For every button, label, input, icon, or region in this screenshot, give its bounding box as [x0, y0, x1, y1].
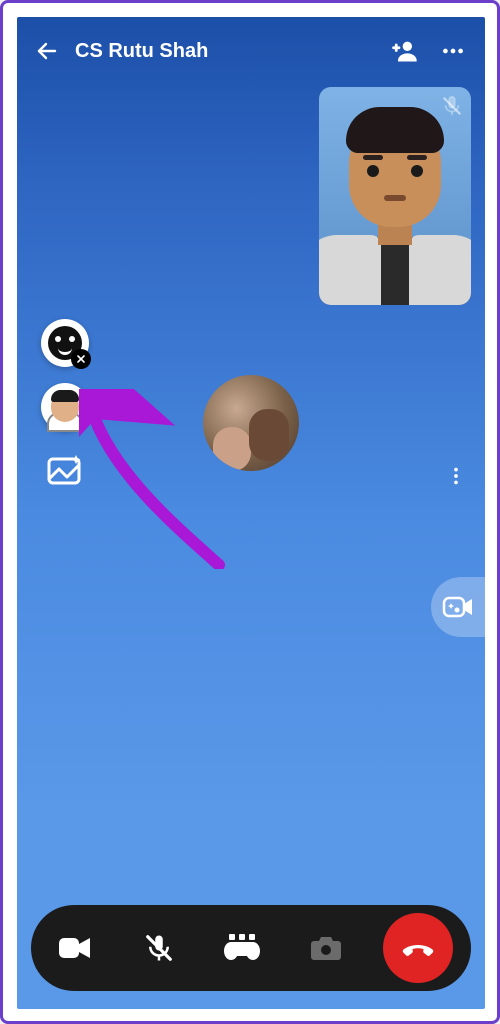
avatar-illustration: [319, 109, 471, 305]
game-controller-icon: [223, 934, 261, 962]
more-horizontal-icon: [440, 38, 466, 64]
call-controls-bar: [31, 905, 471, 991]
avatar-effect-button[interactable]: [41, 383, 89, 431]
secondary-more-button[interactable]: [441, 461, 471, 491]
games-button[interactable]: [216, 922, 268, 974]
add-person-icon: [391, 37, 419, 65]
mini-avatar-icon: [51, 392, 79, 422]
end-call-button[interactable]: [383, 913, 453, 983]
close-badge-icon[interactable]: [71, 349, 91, 369]
phone-hangup-icon: [400, 930, 436, 966]
remote-participant-avatar[interactable]: [203, 375, 299, 471]
mic-off-icon: [144, 933, 174, 963]
camera-effects-button[interactable]: [431, 577, 485, 637]
avatars-button[interactable]: [41, 319, 89, 367]
capture-button: [300, 922, 352, 974]
annotated-screenshot-frame: CS Rutu Shah: [0, 0, 500, 1024]
video-icon: [58, 935, 92, 961]
video-call-screen: CS Rutu Shah: [17, 17, 485, 1009]
add-participant-button[interactable]: [387, 33, 423, 69]
toggle-mic-button[interactable]: [133, 922, 185, 974]
arrow-left-icon: [35, 39, 59, 63]
call-title: CS Rutu Shah: [75, 40, 387, 63]
call-header: CS Rutu Shah: [17, 17, 485, 85]
toggle-camera-button[interactable]: [49, 922, 101, 974]
photo-effects-button[interactable]: [41, 449, 89, 489]
self-video-preview[interactable]: [319, 87, 471, 305]
sparkle-image-icon: [47, 453, 83, 485]
more-vertical-icon: [445, 465, 467, 487]
back-button[interactable]: [31, 35, 63, 67]
sparkle-camera-icon: [441, 593, 475, 621]
camera-icon: [310, 934, 342, 962]
more-options-button[interactable]: [435, 33, 471, 69]
